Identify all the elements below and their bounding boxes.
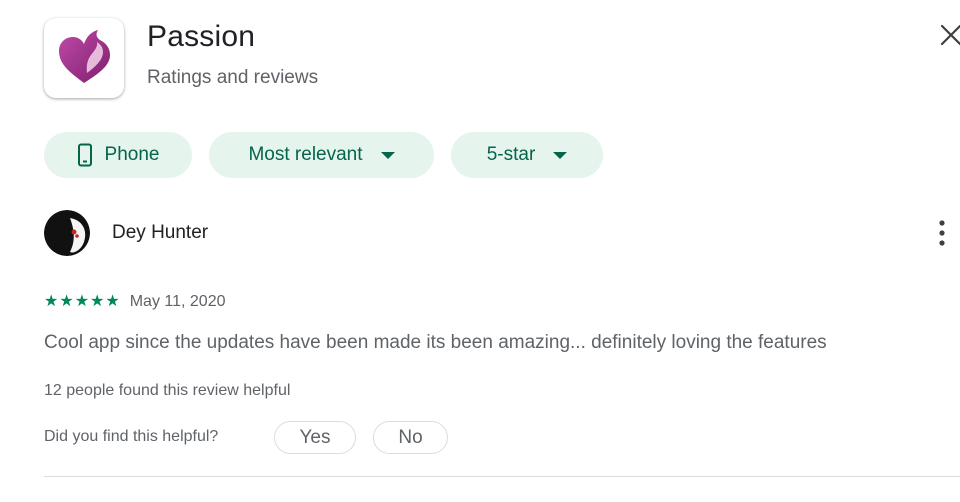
star-rating: ★ ★ ★ ★ ★ bbox=[44, 294, 120, 310]
review-text: Cool app since the updates have been mad… bbox=[44, 332, 827, 353]
filter-chip-label: Phone bbox=[104, 144, 160, 165]
filter-chip-sort[interactable]: Most relevant bbox=[209, 132, 434, 178]
avatar-image bbox=[44, 210, 90, 256]
caret-down-icon bbox=[380, 151, 395, 159]
more-options-button[interactable] bbox=[932, 218, 952, 248]
app-icon bbox=[44, 18, 124, 98]
reviewer-name: Dey Hunter bbox=[112, 222, 209, 243]
close-button[interactable] bbox=[938, 22, 960, 48]
star-icon: ★ bbox=[105, 293, 120, 310]
helpful-question: Did you find this helpful? bbox=[44, 428, 219, 445]
caret-down-icon bbox=[553, 151, 568, 159]
divider bbox=[44, 476, 960, 477]
avatar[interactable] bbox=[44, 210, 90, 256]
heart-flame-logo bbox=[59, 30, 110, 83]
review-date: May 11, 2020 bbox=[129, 293, 226, 310]
star-icon: ★ bbox=[59, 293, 74, 310]
no-button[interactable]: No bbox=[373, 421, 448, 454]
app-title: Passion bbox=[147, 20, 256, 53]
filter-chip-label: 5-star bbox=[486, 144, 536, 165]
star-icon: ★ bbox=[74, 293, 90, 310]
page-subtitle: Ratings and reviews bbox=[147, 67, 319, 88]
more-vert-icon bbox=[939, 220, 945, 246]
filter-chip-rating[interactable]: 5-star bbox=[451, 132, 603, 178]
close-icon bbox=[940, 24, 960, 46]
helpful-count: 12 people found this review helpful bbox=[44, 382, 291, 399]
filter-chip-device[interactable]: Phone bbox=[44, 132, 192, 178]
reviewer-header: Dey Hunter bbox=[44, 209, 208, 257]
yes-button[interactable]: Yes bbox=[274, 421, 356, 454]
star-icon: ★ bbox=[44, 293, 59, 310]
filter-chip-label: Most relevant bbox=[248, 144, 363, 165]
rating-row: ★ ★ ★ ★ ★ May 11, 2020 bbox=[44, 293, 225, 311]
phone-icon bbox=[77, 143, 92, 167]
star-icon: ★ bbox=[90, 293, 105, 310]
